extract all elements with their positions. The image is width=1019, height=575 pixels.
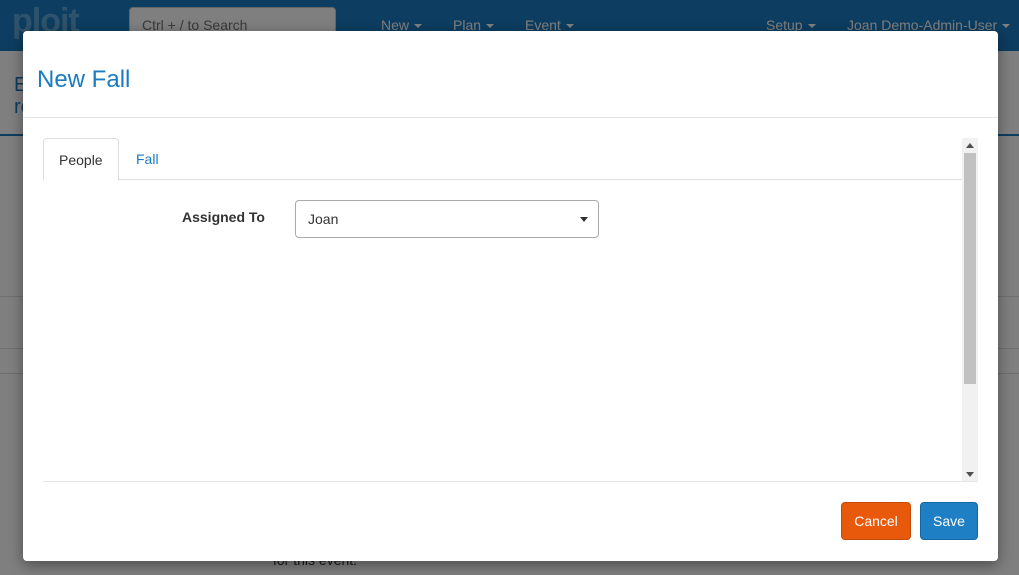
modal-body: People Fall Assigned To Joan <box>43 138 978 482</box>
tab-fall[interactable]: Fall <box>121 138 174 180</box>
new-fall-modal: New Fall People Fall Assigned To Joan Ca… <box>23 31 998 561</box>
save-button[interactable]: Save <box>920 502 978 540</box>
scroll-down-arrow-icon[interactable] <box>962 468 978 481</box>
assigned-to-value: Joan <box>308 211 339 227</box>
tab-bar: People Fall <box>43 138 962 181</box>
modal-header: New Fall <box>23 31 998 118</box>
assigned-to-row: Assigned To Joan <box>43 200 962 240</box>
cancel-button[interactable]: Cancel <box>841 502 911 540</box>
modal-title: New Fall <box>37 66 131 93</box>
dropdown-arrow-icon <box>580 217 588 222</box>
scroll-up-arrow-icon[interactable] <box>962 138 978 152</box>
assigned-to-label: Assigned To <box>182 209 265 225</box>
assigned-to-select[interactable]: Joan <box>295 200 599 238</box>
scrollbar-thumb[interactable] <box>964 153 976 384</box>
modal-scrollbar[interactable] <box>962 138 978 481</box>
tab-people[interactable]: People <box>43 138 119 181</box>
